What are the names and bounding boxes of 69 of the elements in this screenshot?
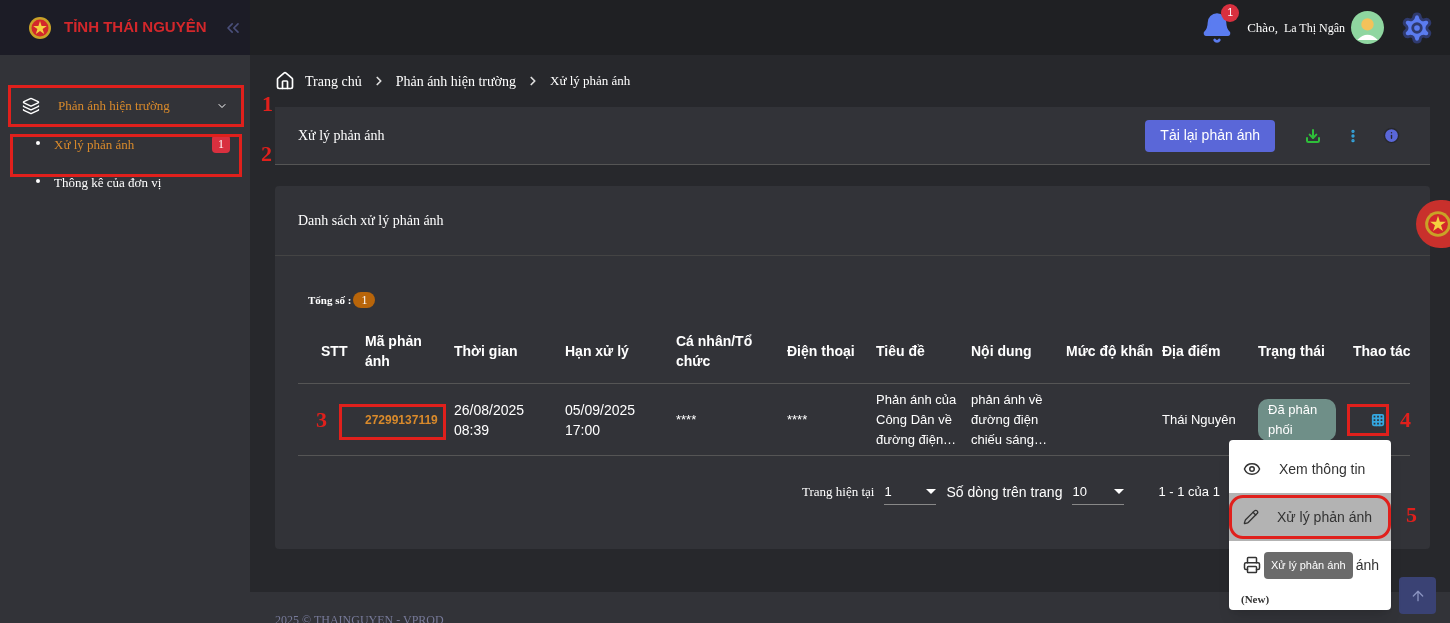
dropdown-caret-icon [1114,489,1125,494]
menu-item[interactable]: Xem thông tin [1229,445,1391,493]
column-header: Tiêu đề [876,341,926,361]
annotation-number: 3 [316,409,327,431]
annotation-box [1347,404,1389,436]
bullet-icon [36,141,40,145]
item-label: Thông kê của đơn vị [54,174,163,192]
user-name: La Thị Ngân [1283,19,1345,37]
range-text: 1 - 1 của 1 [1158,483,1220,502]
group-label: Phản ánh hiện trường [58,97,171,116]
bullet-icon [36,179,40,183]
settings-icon[interactable] [1400,10,1434,45]
emblem-icon [28,15,52,40]
breadcrumb-item: Xử lý phản ánh [550,72,631,91]
brand-title: TỈNH THÁI NGUYÊN [64,17,207,38]
eye-icon [1243,460,1261,478]
table-cell-text: Thái Nguyên [1162,410,1236,429]
column-header: Mã phản ánh [365,331,423,371]
sidebar-group[interactable]: Phản ánh hiện trường [10,85,240,127]
reload-button[interactable]: Tải lại phản ánh [1145,119,1275,152]
new-note: (New) [1240,592,1271,607]
status-badge: Đã phân phối [1258,398,1336,441]
column-header: Cá nhân/Tổ chức [676,331,754,371]
page-title: Xử lý phản ánh [298,127,386,145]
annotation-number: 2 [261,143,272,165]
printer-icon [1243,556,1261,574]
emblem-icon [1424,210,1450,238]
column-header: Thao tác [1353,341,1411,361]
info-icon[interactable] [1383,127,1400,144]
annotation-number: 5 [1406,504,1417,526]
page-select[interactable]: 1 [884,479,937,505]
column-header: STT [321,341,349,361]
home-icon[interactable] [275,71,295,91]
item-label: Xử lý phản ánh [54,136,136,154]
card-title: Danh sách xử lý phản ánh [298,212,444,230]
column-header: Điện thoại [787,341,856,361]
column-header: Trạng thái [1258,341,1326,361]
notification-badge: 1 [1221,3,1240,22]
table-cell-text: **** [787,410,808,429]
annotation-number: 4 [1400,409,1411,431]
dropdown-caret-icon [926,489,937,494]
column-header: Hạn xử lý [565,341,630,361]
breadcrumb-item[interactable]: Phản ánh hiện trường [395,70,517,92]
rows-label: Số dòng trên trang [946,482,1063,502]
total-label: Tổng số : [308,292,352,308]
layers-icon [22,97,40,115]
breadcrumb-item[interactable]: Trang chủ [305,70,362,92]
download-icon[interactable] [1305,127,1321,144]
pencil-icon [1243,509,1259,525]
rows-select[interactable]: 10 [1072,479,1125,505]
avatar-icon[interactable] [1351,11,1384,44]
page-label: Trang hiện tại [802,483,875,502]
table-cell-text: Phản ánh của Công Dân về đường điện… [876,390,958,449]
column-header: Thời gian [454,341,519,361]
table-cell-text: **** [676,410,697,429]
sidebar-item[interactable]: Xử lý phản ánh 1 [0,127,250,171]
annotation-number: 1 [262,93,273,115]
greeting-text: Chào, [1247,18,1278,37]
table-cell-text: 26/08/2025 08:39 [454,400,526,440]
table-cell-text: 05/09/2025 17:00 [565,400,637,440]
column-header: Nội dung [971,341,1033,361]
total-badge: 1 [353,292,376,308]
report-code-link[interactable]: 27299137119 [365,410,438,429]
table-cell-text: phản ánh về đường điện chiếu sáng… [971,390,1048,449]
tooltip: Xử lý phản ánh [1264,552,1353,579]
sidebar-item[interactable]: Thông kê của đơn vị [0,171,250,197]
column-header: Địa điểm [1162,341,1222,361]
column-header: Mức độ khẩn [1066,341,1155,361]
grid-menu-icon[interactable] [1371,412,1385,427]
